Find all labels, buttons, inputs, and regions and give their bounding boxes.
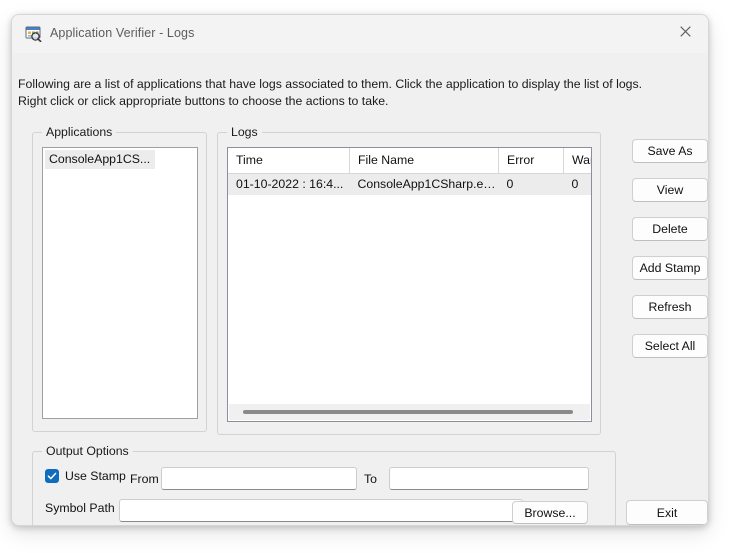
column-header-warning[interactable]: Warning [563, 148, 591, 174]
refresh-button[interactable]: Refresh [632, 295, 708, 319]
logs-table-frame: Time File Name Error Warning 01-10-2022 … [227, 147, 592, 422]
table-row[interactable]: 01-10-2022 : 16:4... ConsoleApp1CSharp.e… [228, 173, 591, 195]
client-area: Following are a list of applications tha… [12, 53, 708, 525]
use-stamp-checkbox[interactable] [45, 469, 59, 483]
save-as-button[interactable]: Save As [632, 139, 708, 163]
logs-horizontal-scrollbar[interactable] [229, 404, 590, 420]
applications-group: Applications ConsoleApp1CS... [32, 125, 207, 432]
screen: Application Verifier - Logs Following ar… [0, 0, 730, 553]
from-label: From [130, 472, 159, 486]
to-label: To [364, 472, 377, 486]
logs-table: Time File Name Error Warning 01-10-2022 … [228, 148, 591, 195]
add-stamp-button[interactable]: Add Stamp [632, 256, 708, 280]
title-bar: Application Verifier - Logs [12, 15, 708, 53]
cell-time: 01-10-2022 : 16:4... [228, 173, 350, 195]
close-button[interactable] [663, 15, 708, 47]
symbol-path-input[interactable] [119, 499, 523, 522]
list-item[interactable]: ConsoleApp1CS... [45, 150, 156, 169]
delete-button[interactable]: Delete [632, 217, 708, 241]
use-stamp-checkbox-row[interactable]: Use Stamp [45, 469, 126, 483]
cell-file-name: ConsoleApp1CSharp.ex... [349, 173, 499, 195]
output-options-group-label: Output Options [42, 444, 133, 458]
application-verifier-logs-window: Application Verifier - Logs Following ar… [11, 14, 709, 526]
column-header-error[interactable]: Error [498, 148, 564, 174]
checkmark-icon [47, 472, 57, 480]
table-header-row: Time File Name Error Warning [228, 148, 591, 174]
column-header-file-name[interactable]: File Name [349, 148, 499, 174]
applications-group-label: Applications [42, 125, 117, 139]
logs-group: Logs Time File Name Error Warning [217, 125, 601, 435]
logs-scrollbar-thumb[interactable] [243, 410, 573, 414]
select-all-button[interactable]: Select All [632, 334, 708, 358]
to-input[interactable] [389, 467, 589, 490]
view-button[interactable]: View [632, 178, 708, 202]
window-title: Application Verifier - Logs [50, 26, 195, 40]
from-input[interactable] [161, 467, 357, 490]
cell-warning: 0 [563, 173, 591, 195]
cell-error: 0 [498, 173, 564, 195]
symbol-path-label: Symbol Path [45, 501, 115, 515]
column-header-time[interactable]: Time [228, 148, 350, 174]
close-icon [680, 25, 691, 37]
intro-text: Following are a list of applications tha… [18, 77, 643, 108]
use-stamp-label: Use Stamp [65, 469, 126, 483]
applications-listbox[interactable]: ConsoleApp1CS... [42, 147, 198, 419]
exit-button[interactable]: Exit [626, 500, 708, 525]
browse-button[interactable]: Browse... [512, 501, 588, 524]
application-verifier-icon [25, 26, 42, 43]
logs-group-label: Logs [227, 125, 262, 139]
